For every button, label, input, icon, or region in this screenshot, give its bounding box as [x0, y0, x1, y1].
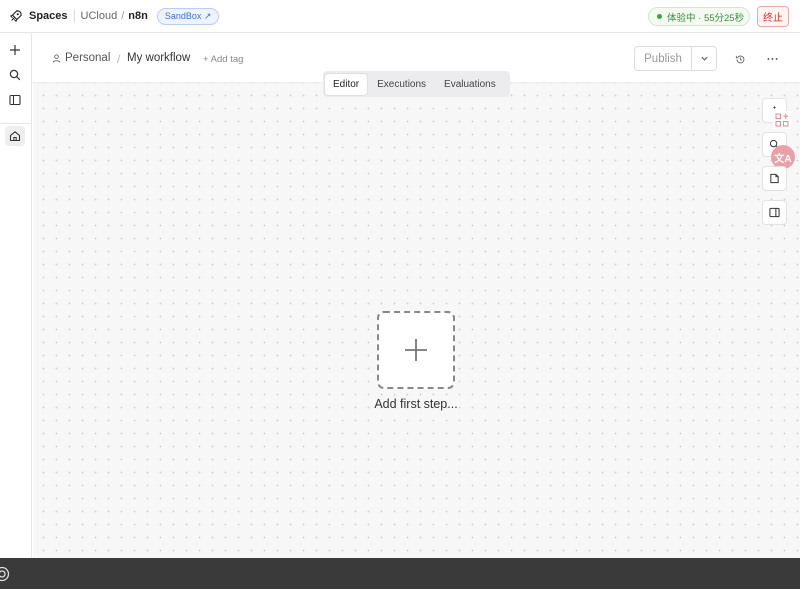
trial-status-text: 体验中 · 55分25秒	[667, 12, 745, 24]
home-icon	[9, 131, 21, 142]
project-name: Personal	[65, 52, 111, 64]
tab-evaluations[interactable]: Evaluations	[436, 74, 504, 95]
sidebar-search-button[interactable]	[5, 65, 25, 85]
divider	[73, 10, 75, 22]
sandbox-badge[interactable]: SandBox ↗	[156, 7, 220, 25]
rocket-icon	[9, 10, 22, 23]
add-first-step-label: Add first step...	[374, 397, 458, 411]
panel-icon	[9, 94, 21, 106]
trial-status-badge: 体验中 · 55分25秒	[648, 7, 750, 26]
plus-icon	[405, 339, 427, 361]
brand-name: Spaces	[29, 10, 68, 22]
add-first-step-button[interactable]	[377, 311, 455, 389]
more-options-button[interactable]	[763, 51, 781, 67]
history-icon	[735, 55, 744, 63]
bottom-taskbar	[0, 558, 800, 589]
breadcrumb-app: n8n	[128, 10, 148, 22]
sidebar-add-button[interactable]	[5, 40, 25, 60]
add-tag-button[interactable]: + Add tag	[203, 54, 243, 65]
sidebar-divider	[0, 123, 32, 124]
publish-button-group: Publish	[634, 46, 717, 71]
apps-grid-icon	[775, 113, 789, 127]
sticky-note-button[interactable]	[762, 166, 787, 191]
breadcrumb-project[interactable]: Personal	[52, 52, 110, 64]
user-icon	[52, 53, 61, 63]
chevron-down-icon	[700, 56, 708, 61]
breadcrumb-separator: /	[117, 52, 121, 66]
side-panel-button[interactable]	[762, 200, 787, 225]
breadcrumb-separator: /	[121, 10, 125, 22]
more-horizontal-icon	[766, 58, 778, 60]
sidebar-panel-button[interactable]	[5, 90, 25, 110]
top-bar: Spaces UCloud / n8n SandBox ↗ 体验中 · 55分2…	[0, 0, 800, 33]
history-button[interactable]	[732, 51, 748, 67]
tab-executions[interactable]: Executions	[369, 74, 434, 95]
view-tabs: Editor Executions Evaluations	[323, 71, 510, 97]
status-dot-icon	[657, 14, 662, 19]
breadcrumb-ucloud[interactable]: UCloud	[81, 10, 118, 22]
publish-dropdown-button[interactable]	[692, 47, 716, 70]
workflow-canvas[interactable]	[33, 33, 800, 558]
search-icon	[9, 69, 21, 81]
tab-editor[interactable]: Editor	[325, 73, 368, 95]
plus-icon	[10, 45, 20, 55]
workflow-name[interactable]: My workflow	[127, 52, 190, 64]
apps-grid-button[interactable]	[773, 111, 791, 129]
publish-button[interactable]: Publish	[635, 47, 692, 70]
side-panel-icon	[769, 207, 780, 218]
sidebar	[0, 33, 32, 558]
sticky-note-icon	[770, 173, 779, 184]
stop-button[interactable]: 终止	[757, 6, 789, 27]
sidebar-home-button[interactable]	[5, 126, 25, 146]
app-logo-icon[interactable]	[0, 566, 10, 582]
brand[interactable]: Spaces	[9, 9, 68, 23]
